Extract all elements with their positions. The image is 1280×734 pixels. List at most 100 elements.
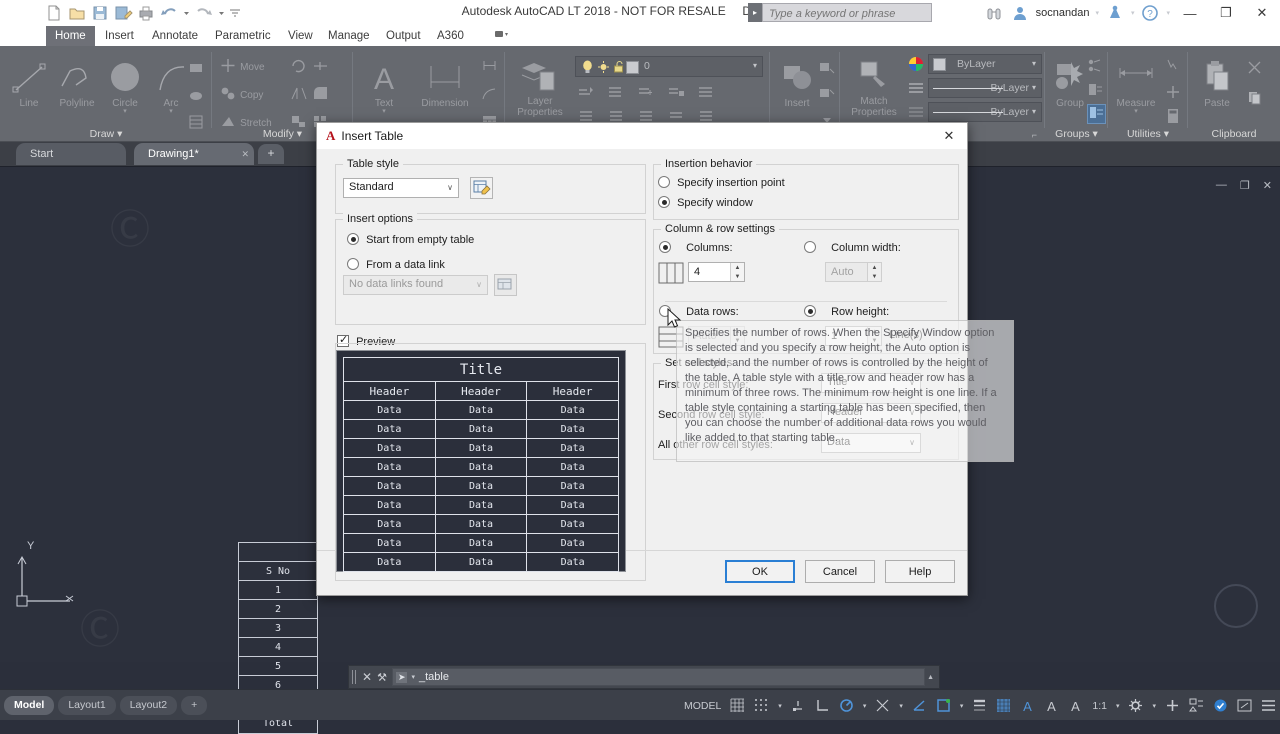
tab-insert[interactable]: Insert (96, 26, 143, 46)
panel-title-groups[interactable]: Groups ▾ (1045, 128, 1108, 140)
hardware-acceleration-icon[interactable] (1165, 698, 1180, 713)
isodraft-caret-icon[interactable]: ▾ (960, 702, 964, 710)
command-history-caret-icon[interactable]: ▾ (411, 673, 415, 681)
tab-manage[interactable]: Manage (319, 26, 379, 46)
tool-line[interactable]: Line (4, 58, 54, 109)
tab-a360[interactable]: A360 (428, 26, 473, 46)
tool-dim-linear[interactable] (481, 58, 498, 76)
doc-minimize-button[interactable]: — (1216, 179, 1227, 192)
redo-caret-icon[interactable] (217, 3, 226, 23)
file-tab-close-icon[interactable]: ✕ (241, 143, 249, 165)
tool-measure[interactable]: Measure ▾ (1108, 58, 1164, 115)
tool-dimension[interactable]: Dimension (411, 58, 479, 109)
infer-constraints-icon[interactable] (791, 698, 806, 713)
tab-output[interactable]: Output (377, 26, 430, 46)
cut-icon[interactable] (1246, 60, 1264, 79)
undo-icon[interactable] (159, 3, 179, 23)
property-color-dropdown[interactable]: ByLayer ▾ (928, 54, 1042, 74)
command-line-close-icon[interactable]: ✕ (362, 670, 372, 684)
workspace-caret-icon[interactable]: ▾ (1152, 702, 1156, 710)
user-caret-icon[interactable]: ▾ (1095, 9, 1099, 17)
panel-modify-caret-icon[interactable]: ▾ (297, 128, 302, 140)
redo-icon[interactable] (194, 3, 214, 23)
save-icon[interactable] (90, 3, 110, 23)
command-line-grip[interactable] (352, 670, 358, 684)
table-style-editor-button[interactable] (470, 177, 493, 199)
block-edit-icon[interactable] (818, 86, 836, 105)
panel-title-draw[interactable]: Draw ▾ (0, 128, 212, 140)
dialog-close-button[interactable]: ✕ (931, 123, 967, 149)
ok-button[interactable]: OK (725, 560, 795, 583)
tool-polyline[interactable]: Polyline (52, 58, 102, 109)
properties-color-wheel-icon[interactable] (908, 56, 924, 75)
object-snap-tracking-icon[interactable] (912, 698, 927, 713)
columns-spin-down-icon[interactable]: ▼ (731, 272, 744, 281)
maximize-button[interactable]: ❐ (1208, 0, 1244, 26)
autodesk-cloud-icon[interactable] (1105, 3, 1125, 23)
command-line[interactable]: ✕ ⚒ ➤ ▾ _table ▲ (348, 665, 940, 689)
view-cube-icon[interactable] (1214, 584, 1258, 628)
ortho-mode-icon[interactable] (815, 698, 830, 713)
copy-clip-icon[interactable] (1246, 90, 1264, 109)
user-avatar-icon[interactable] (1010, 3, 1030, 23)
tool-trim[interactable] (312, 58, 329, 76)
polar-tracking-icon[interactable] (839, 698, 854, 713)
isometric-drafting-icon[interactable] (936, 698, 951, 713)
panel-title-utilities[interactable]: Utilities ▾ (1108, 128, 1188, 140)
data-link-manager-button[interactable] (494, 274, 517, 296)
panel-utilities-caret-icon[interactable]: ▾ (1164, 128, 1169, 140)
group-edit-icon[interactable] (1087, 82, 1104, 100)
tool-insert-block[interactable]: Insert (772, 58, 822, 109)
command-line-settings-icon[interactable]: ⚒ (377, 671, 387, 684)
open-file-icon[interactable] (67, 3, 87, 23)
new-file-icon[interactable] (44, 3, 64, 23)
help-caret-icon[interactable]: ▾ (1166, 9, 1170, 17)
tab-home[interactable]: Home (46, 26, 95, 46)
tool-copy[interactable]: Copy (220, 86, 263, 101)
columns-spin-up-icon[interactable]: ▲ (731, 263, 744, 272)
tool-fillet[interactable] (312, 86, 329, 104)
command-input[interactable]: ➤ ▾ _table (391, 668, 926, 686)
radio-specify-window[interactable]: Specify window (658, 196, 753, 209)
quick-select-icon[interactable] (1164, 58, 1182, 77)
radio-columns[interactable]: Columns: (659, 241, 733, 254)
polar-caret-icon[interactable]: ▾ (863, 702, 867, 710)
tool-mirror[interactable] (290, 86, 307, 104)
layer-dropdown[interactable]: 0 ▾ (575, 56, 763, 77)
minimize-button[interactable]: — (1172, 0, 1208, 26)
command-scroll-up-icon[interactable]: ▲ (927, 674, 934, 681)
layer-color-swatch[interactable] (626, 61, 639, 74)
fullscreen-icon[interactable] (1237, 698, 1252, 713)
panel-draw-caret-icon[interactable]: ▾ (117, 128, 122, 140)
undo-caret-icon[interactable] (182, 3, 191, 23)
property-lineweight-dropdown[interactable]: ByLayer ▾ (928, 102, 1042, 122)
layout-tab-layout1[interactable]: Layout1 (58, 695, 116, 715)
layer-unlock-icon[interactable] (612, 60, 625, 77)
grid-display-icon[interactable] (730, 698, 745, 713)
lineweight-icon[interactable] (972, 698, 987, 713)
layer-dropdown-caret-icon[interactable]: ▾ (753, 61, 757, 70)
file-tab-drawing1[interactable]: Drawing1* ✕ (134, 143, 254, 165)
add-layout-button[interactable]: + (181, 695, 208, 715)
plot-icon[interactable] (136, 3, 156, 23)
layout-tab-layout2[interactable]: Layout2 (119, 695, 178, 715)
close-button[interactable]: ✕ (1244, 0, 1280, 26)
cancel-button[interactable]: Cancel (805, 560, 875, 583)
property-linetype-caret-icon[interactable]: ▾ (1032, 83, 1036, 92)
tool-stretch[interactable]: Stretch (220, 114, 272, 129)
tool-circle[interactable]: Circle ▾ (100, 58, 150, 115)
block-create-icon[interactable] (818, 60, 836, 79)
columns-spinner[interactable]: ▲ ▼ (730, 263, 744, 281)
radio-row-height[interactable]: Row height: (804, 305, 889, 318)
dialog-title-bar[interactable]: A Insert Table (317, 123, 967, 149)
properties-lineweight-icon[interactable] (908, 104, 924, 123)
snap-caret-icon[interactable]: ▾ (778, 702, 782, 710)
object-snap-icon[interactable] (875, 698, 890, 713)
cloud-caret-icon[interactable]: ▾ (1131, 9, 1135, 17)
help-icon[interactable]: ? (1140, 3, 1160, 23)
property-lineweight-caret-icon[interactable]: ▾ (1032, 107, 1036, 116)
calculator-icon[interactable] (1164, 108, 1182, 127)
doc-restore-button[interactable]: ❐ (1240, 179, 1250, 192)
clean-screen-icon[interactable] (1213, 698, 1228, 713)
properties-dialog-launcher-icon[interactable]: ⌐ (1032, 130, 1037, 140)
